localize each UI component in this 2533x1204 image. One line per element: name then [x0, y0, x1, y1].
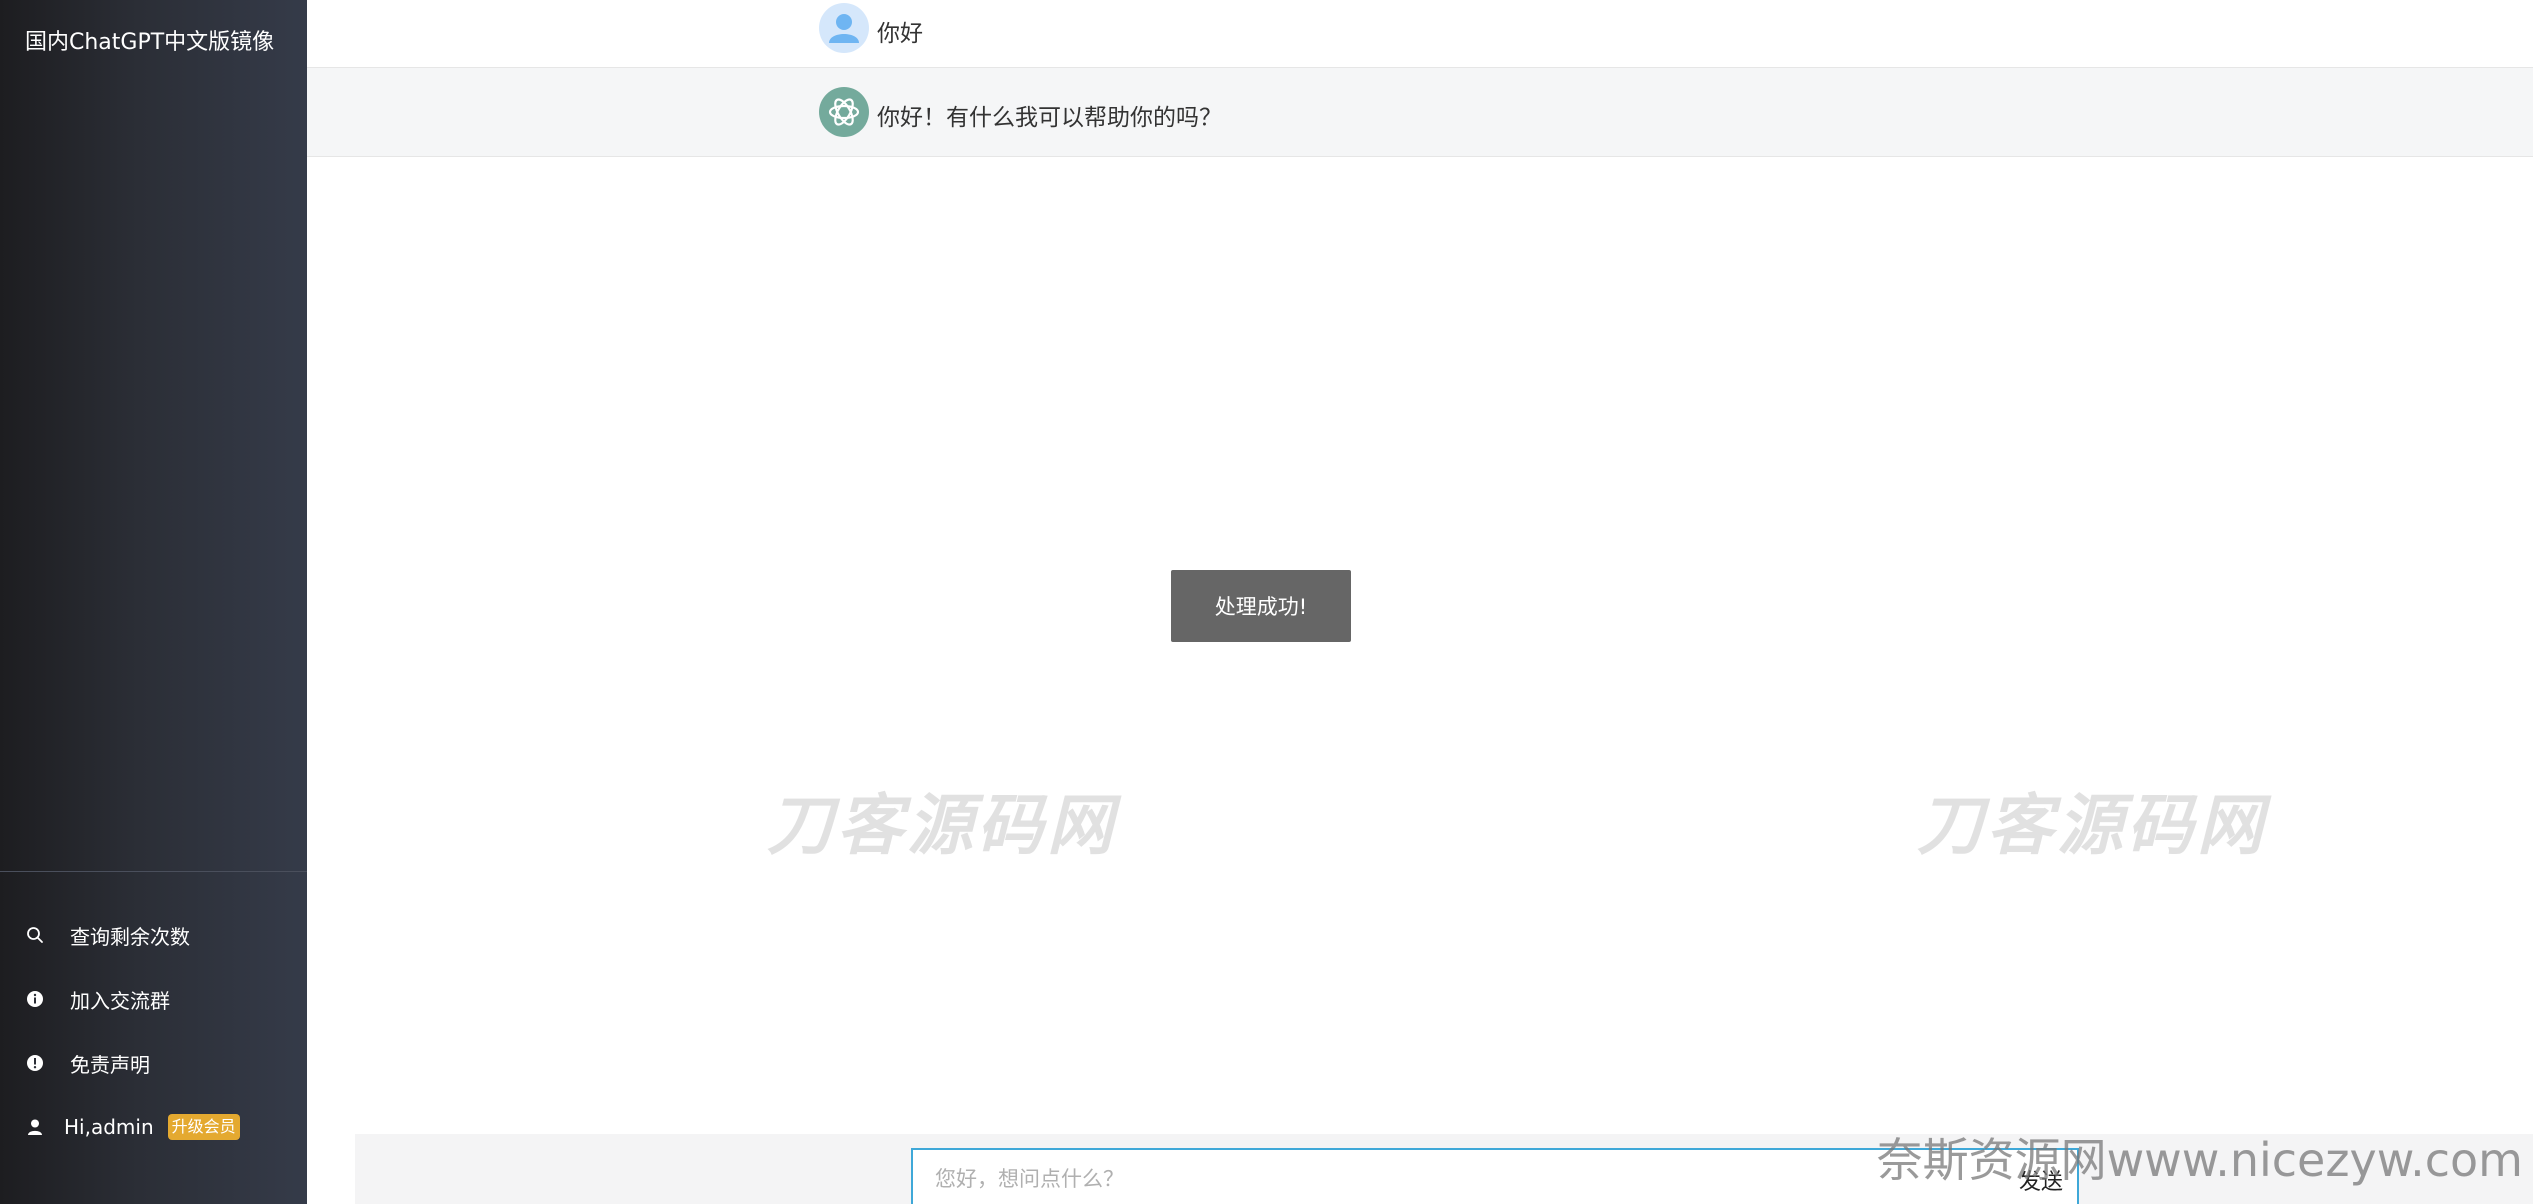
success-toast: 处理成功!: [1171, 570, 1351, 642]
chat-input[interactable]: [933, 1162, 1937, 1196]
alert-icon: [26, 1054, 44, 1072]
sidebar-divider: [0, 871, 307, 872]
sidebar-item-join-group[interactable]: 加入交流群: [0, 977, 307, 1021]
sidebar-user[interactable]: Hi,admin 升级会员: [0, 1105, 307, 1149]
assistant-message: 你好！有什么我可以帮助你的吗？: [307, 68, 2533, 157]
user-icon: [26, 1118, 44, 1136]
sidebar: 国内ChatGPT中文版镜像 查询剩余次数 加入交流群 免责声明 Hi,admi…: [0, 0, 307, 1204]
sidebar-item-query-remaining[interactable]: 查询剩余次数: [0, 913, 307, 957]
user-greeting: Hi,admin: [64, 1115, 154, 1139]
info-icon: [26, 990, 44, 1008]
upgrade-member-badge[interactable]: 升级会员: [167, 1114, 240, 1140]
watermark: 刀客源码网: [767, 786, 1117, 864]
chat-main: 你好 你好！有什么我可以帮助你的吗？ 处理成功! 刀客源码网 刀客源码网 发送 …: [307, 0, 2533, 1204]
sidebar-item-disclaimer[interactable]: 免责声明: [0, 1041, 307, 1085]
app-title: 国内ChatGPT中文版镜像: [25, 30, 275, 55]
sidebar-item-label: 免责声明: [70, 1052, 150, 1077]
message-text: 你好！有什么我可以帮助你的吗？: [877, 105, 1222, 131]
sidebar-item-label: 加入交流群: [70, 988, 170, 1013]
sidebar-item-label: 查询剩余次数: [70, 924, 190, 949]
user-message: 你好: [307, 0, 2533, 68]
corner-watermark: 奈斯资源网www.nicezyw.com: [1876, 1133, 2523, 1187]
search-icon: [26, 926, 44, 944]
user-avatar-icon: [819, 3, 869, 53]
watermark: 刀客源码网: [1917, 786, 2267, 864]
message-text: 你好: [877, 21, 923, 47]
openai-logo-icon: [819, 87, 869, 137]
